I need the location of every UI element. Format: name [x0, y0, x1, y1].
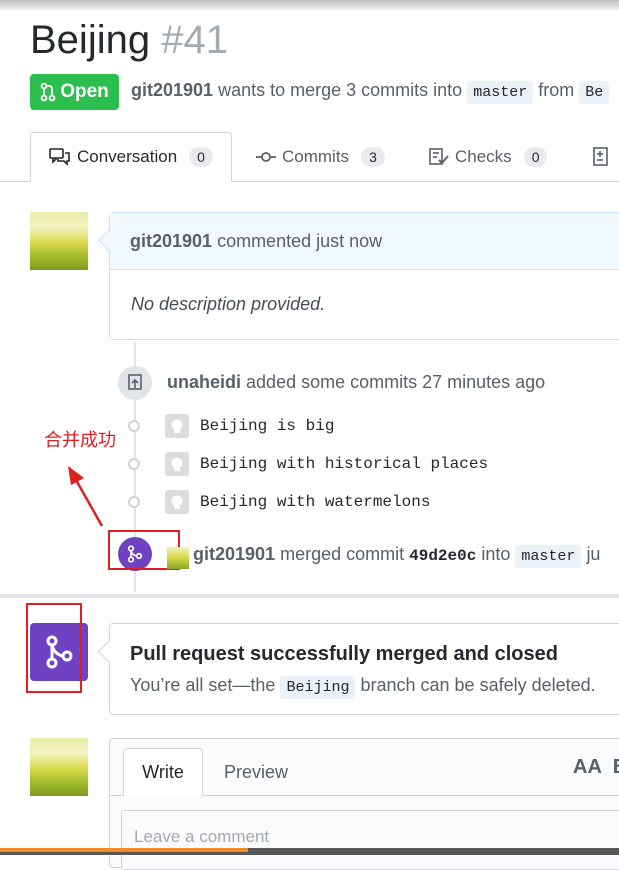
list-item: Beijing with historical places — [128, 451, 488, 477]
merge-text-before: merged commit — [280, 544, 405, 564]
pr-number: #41 — [161, 18, 228, 62]
tab-checks-label: Checks — [455, 147, 512, 166]
merge-branch[interactable]: master — [515, 545, 582, 568]
merge-trailing: ju — [586, 544, 601, 564]
commit-message[interactable]: Beijing with watermelons — [200, 493, 430, 511]
github-avatar-icon[interactable] — [165, 452, 189, 476]
tab-checks[interactable]: Checks 0 — [429, 132, 548, 182]
pr-title-text: Beijing — [30, 18, 151, 62]
tab-write[interactable]: Write — [123, 748, 203, 796]
avatar[interactable] — [167, 547, 189, 569]
comment-author[interactable]: git201901 — [130, 231, 212, 252]
annotation-arrow-icon — [68, 466, 104, 527]
pr-author-link[interactable]: git201901 — [131, 80, 213, 100]
merge-user[interactable]: git201901 — [193, 544, 275, 564]
comment-body: No description provided. — [131, 294, 326, 314]
text-size-button[interactable]: AA — [573, 756, 601, 778]
list-item: Beijing is big — [128, 413, 334, 439]
avatar[interactable] — [30, 738, 88, 796]
merge-into: into — [481, 544, 511, 564]
status-badge-open: Open — [30, 74, 119, 110]
diff-icon — [593, 147, 608, 166]
pr-meta: git201901 wants to merge 3 commits into … — [131, 80, 610, 104]
comment-box: git201901 commented just now No descript… — [109, 212, 619, 340]
tab-conversation-label: Conversation — [77, 147, 178, 166]
tab-preview[interactable]: Preview — [224, 748, 288, 796]
pr-title: Beijing #41 — [30, 18, 228, 63]
pr-summary: wants to merge 3 commits into — [218, 80, 463, 100]
list-item: Beijing with watermelons — [128, 489, 430, 515]
commit-message[interactable]: Beijing is big — [200, 417, 334, 435]
checklist-icon — [429, 148, 449, 165]
tab-commits-count: 3 — [361, 147, 385, 167]
tab-commits[interactable]: Commits 3 — [256, 132, 385, 182]
comment-action: commented just now — [217, 230, 383, 251]
head-branch[interactable]: Be — [579, 81, 610, 104]
merge-event: git201901 merged commit 49d2e0c into mas… — [193, 544, 601, 568]
comment-textarea[interactable]: Leave a comment — [121, 810, 619, 870]
comment-discussion-icon — [49, 148, 70, 166]
status-badge-label: Open — [60, 81, 109, 102]
repo-push-icon — [118, 366, 152, 400]
git-pull-request-icon — [40, 82, 56, 102]
annotation-highlight-box — [26, 603, 82, 693]
commit-dot-icon — [128, 420, 140, 432]
commit-dot-icon — [128, 458, 140, 470]
comment-placeholder: Leave a comment — [134, 827, 270, 846]
timeline-divider — [0, 594, 619, 598]
video-progress-fill — [0, 848, 248, 852]
avatar[interactable] — [30, 212, 88, 270]
merge-commit-sha[interactable]: 49d2e0c — [409, 547, 476, 565]
commit-message[interactable]: Beijing with historical places — [200, 455, 488, 473]
push-text: added some commits 27 minutes ago — [246, 372, 546, 392]
tab-conversation-count: 0 — [189, 147, 213, 167]
bold-button[interactable]: B — [613, 756, 619, 778]
tab-conversation[interactable]: Conversation 0 — [30, 132, 232, 182]
github-avatar-icon[interactable] — [165, 414, 189, 438]
merged-sub-after: branch can be safely deleted. — [360, 675, 596, 695]
base-branch[interactable]: master — [467, 81, 534, 104]
merged-status-box — [109, 623, 619, 715]
tab-files-changed[interactable] — [592, 132, 616, 182]
merged-subtitle: You’re all set—the Beijing branch can be… — [130, 675, 596, 699]
push-event: unaheidi added some commits 27 minutes a… — [167, 372, 545, 393]
merged-title: Pull request successfully merged and clo… — [130, 643, 558, 665]
push-user[interactable]: unaheidi — [167, 372, 241, 392]
tab-checks-count: 0 — [523, 147, 548, 167]
git-commit-icon — [256, 152, 276, 162]
comment-header: git201901 commented just now — [110, 213, 619, 270]
merged-sub-before: You’re all set—the — [130, 675, 276, 695]
from-label: from — [538, 80, 575, 100]
github-avatar-icon[interactable] — [165, 490, 189, 514]
annotation-label: 合并成功 — [44, 430, 116, 450]
editor-toolbar: AA B — [573, 756, 619, 779]
commit-dot-icon — [128, 496, 140, 508]
merged-branch[interactable]: Beijing — [280, 676, 356, 699]
window-top-strip — [0, 0, 619, 10]
tab-commits-label: Commits — [282, 147, 350, 166]
